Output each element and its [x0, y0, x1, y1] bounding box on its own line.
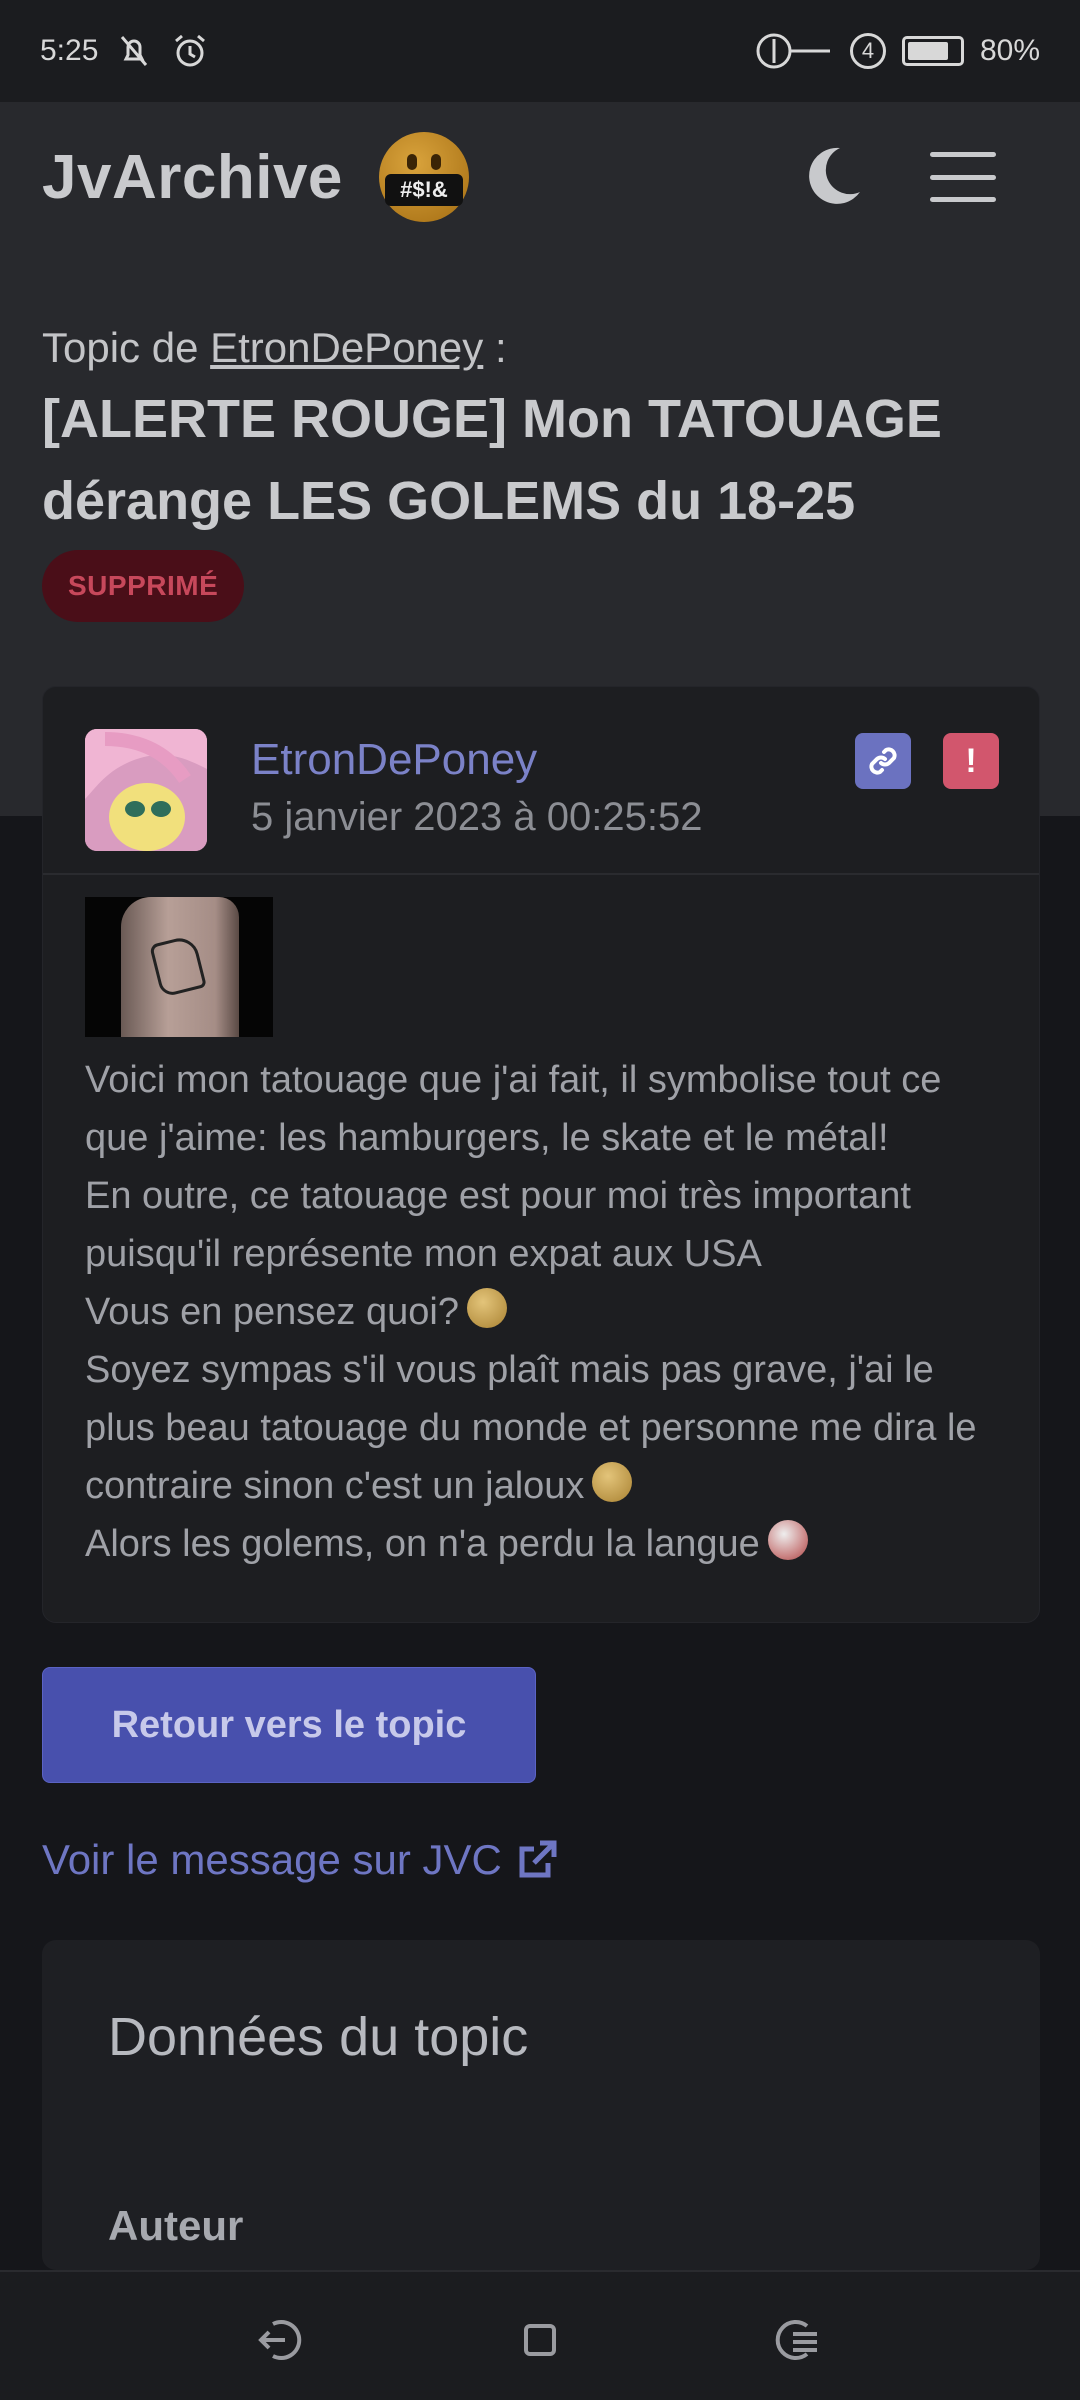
sim-badge: 4: [861, 38, 875, 63]
top-navbar: JvArchive #$!&: [0, 102, 1080, 252]
battery-icon: [901, 36, 964, 66]
recents-icon[interactable]: [765, 2312, 825, 2368]
alarm-icon: [175, 34, 206, 67]
topic-byline: Topic de EtronDePoney :: [42, 324, 1042, 372]
back-to-topic-button[interactable]: Retour vers le topic: [42, 1667, 536, 1783]
exclamation-icon: !: [965, 741, 977, 780]
mummy-smiley-icon: [767, 1520, 808, 1560]
topic-by-prefix: Topic de: [42, 324, 211, 371]
message-line: Voici mon tatouage que j'ai fait, il sym…: [85, 1059, 942, 1159]
message-body: Voici mon tatouage que j'ai fait, il sym…: [43, 875, 1039, 1573]
message-card: EtronDePoney 5 janvier 2023 à 00:25:52 !…: [42, 686, 1040, 1623]
tattoo-image[interactable]: [85, 897, 273, 1037]
avatar[interactable]: [85, 729, 207, 851]
message-line-with-smiley: Alors les golems, on n'a perdu la langue: [85, 1515, 997, 1573]
external-link-icon: [519, 1840, 557, 1878]
message-line-with-smiley: Vous en pensez quoi?: [85, 1283, 997, 1341]
smug-smiley-icon: [592, 1462, 633, 1502]
topic-title: [ALERTE ROUGE] Mon TATOUAGE dérange LES …: [42, 389, 942, 531]
message-text: Voici mon tatouage que j'ai fait, il sym…: [85, 1051, 997, 1573]
topic-by-suffix: :: [483, 324, 507, 371]
message-author[interactable]: EtronDePoney: [251, 735, 537, 785]
message-date: 5 janvier 2023 à 00:25:52: [251, 795, 703, 839]
message-line: Soyez sympas s'il vous plaît mais pas gr…: [85, 1349, 977, 1507]
status-time: 5:25: [40, 34, 99, 67]
topic-data-card: Données du topic Auteur: [42, 1940, 1040, 2270]
topic-heading: Topic de EtronDePoney : [ALERTE ROUGE] M…: [42, 324, 1042, 622]
status-right: 4 80%: [744, 31, 1040, 71]
message-line: En outre, ce tatouage est pour moi très …: [85, 1175, 911, 1275]
site-brand[interactable]: JvArchive: [42, 142, 343, 213]
signal-icon: 4: [849, 33, 886, 69]
home-icon[interactable]: [510, 2312, 570, 2368]
sad-smiley-icon: [466, 1288, 507, 1328]
author-label: Auteur: [108, 2202, 244, 2249]
back-icon[interactable]: [255, 2312, 315, 2368]
nfc-icon: [756, 33, 830, 69]
permalink-button[interactable]: [855, 733, 911, 789]
status-badge: SUPPRIMÉ: [42, 550, 245, 622]
moon-icon[interactable]: [800, 144, 864, 208]
mute-icon: [121, 36, 148, 66]
link-icon: [869, 747, 897, 775]
report-button[interactable]: !: [943, 733, 999, 789]
logo-text: #$!&: [384, 174, 463, 206]
message-header: EtronDePoney 5 janvier 2023 à 00:25:52 !: [43, 687, 1039, 875]
view-on-jvc-label: Voir le message sur JVC: [42, 1836, 502, 1883]
status-bar: 5:25 4 80%: [0, 0, 1080, 102]
status-left: 5:25: [40, 31, 210, 71]
view-on-jvc-link[interactable]: Voir le message sur JVC: [42, 1836, 560, 1884]
logo-emoji-icon[interactable]: #$!&: [378, 132, 469, 222]
topic-data-title: Données du topic: [108, 2007, 529, 2067]
message-line-with-smiley: Soyez sympas s'il vous plaît mais pas gr…: [85, 1341, 997, 1515]
topic-author-link[interactable]: EtronDePoney: [210, 324, 483, 371]
system-nav-bar: [0, 2270, 1080, 2400]
menu-icon[interactable]: [930, 152, 996, 202]
message-line: Alors les golems, on n'a perdu la langue: [85, 1523, 760, 1565]
message-line: Vous en pensez quoi?: [85, 1291, 459, 1333]
battery-percent: 80%: [979, 34, 1040, 67]
